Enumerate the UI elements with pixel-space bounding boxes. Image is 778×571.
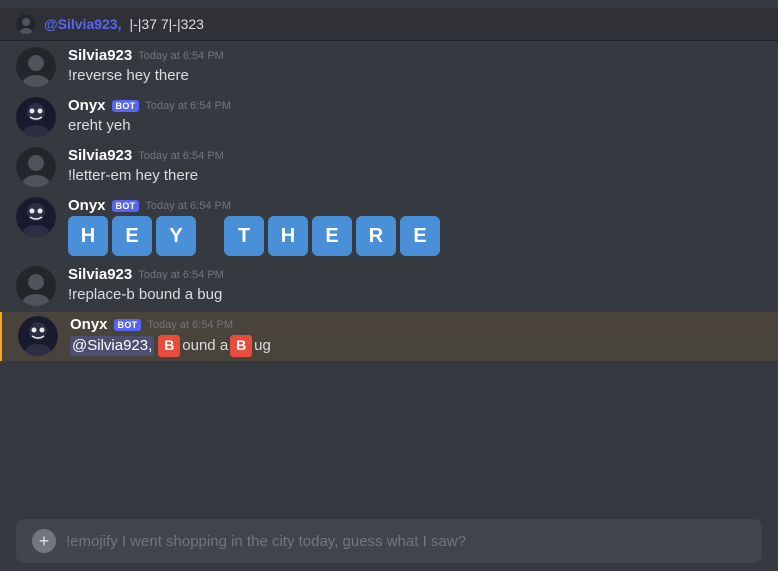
message-text: !letter-em hey there xyxy=(68,166,762,187)
b-box-2: B xyxy=(230,335,252,357)
message-group: Silvia923 Today at 6:54 PM !letter-em he… xyxy=(0,143,778,191)
message-group: Onyx BOT Today at 6:54 PM ereht yeh xyxy=(0,93,778,141)
b-box-1: B xyxy=(158,335,180,357)
message-group: Silvia923 Today at 6:54 PM !reverse hey … xyxy=(0,43,778,91)
letter-boxes: H E Y T H E R E xyxy=(68,216,762,256)
top-avatar xyxy=(16,14,36,34)
message-content: Onyx BOT Today at 6:54 PM @Silvia923, B … xyxy=(70,316,762,357)
message-header: Onyx BOT Today at 6:54 PM xyxy=(68,97,762,114)
message-text: !reverse hey there xyxy=(68,66,762,87)
word-ound: ound a xyxy=(182,336,228,357)
bot-badge: BOT xyxy=(112,200,140,212)
letter-box-y: Y xyxy=(156,216,196,256)
message-content: Silvia923 Today at 6:54 PM !replace-b bo… xyxy=(68,266,762,306)
avatar xyxy=(16,97,56,137)
message-content: Silvia923 Today at 6:54 PM !reverse hey … xyxy=(68,47,762,87)
word-ug: ug xyxy=(254,336,271,357)
avatar xyxy=(18,316,58,356)
avatar xyxy=(16,147,56,187)
letter-box-t: T xyxy=(224,216,264,256)
letter-box-space xyxy=(200,216,220,256)
bot-badge: BOT xyxy=(114,319,142,331)
letter-box-e2: E xyxy=(312,216,352,256)
letter-box-h: H xyxy=(68,216,108,256)
top-text: |-|37 7|-|323 xyxy=(129,16,203,32)
message-text: !replace-b bound a bug xyxy=(68,285,762,306)
message-text: ereht yeh xyxy=(68,116,762,137)
message-header: Silvia923 Today at 6:54 PM xyxy=(68,147,762,164)
message-group-highlighted: Onyx BOT Today at 6:54 PM @Silvia923, B … xyxy=(0,312,778,361)
message-header: Silvia923 Today at 6:54 PM xyxy=(68,266,762,283)
mention: @Silvia923, xyxy=(70,336,154,357)
messages-container: @Silvia923, |-|37 7|-|323 Silvia923 Toda… xyxy=(0,0,778,511)
avatar xyxy=(16,266,56,306)
username: Silvia923 xyxy=(68,266,132,283)
timestamp: Today at 6:54 PM xyxy=(138,50,224,62)
message-content: Onyx BOT Today at 6:54 PM ereht yeh xyxy=(68,97,762,137)
timestamp: Today at 6:54 PM xyxy=(138,269,224,281)
message-text: @Silvia923, B ound a B ug xyxy=(70,335,271,357)
message-group: Onyx BOT Today at 6:54 PM H E Y T H E R … xyxy=(0,193,778,260)
avatar xyxy=(16,197,56,237)
letter-box-r: R xyxy=(356,216,396,256)
username: Onyx xyxy=(68,197,106,214)
message-input[interactable] xyxy=(66,533,746,550)
timestamp: Today at 6:54 PM xyxy=(145,100,231,112)
username: Silvia923 xyxy=(68,47,132,64)
timestamp: Today at 6:54 PM xyxy=(145,200,231,212)
message-group: Silvia923 Today at 6:54 PM !replace-b bo… xyxy=(0,262,778,310)
top-mention: @Silvia923, xyxy=(42,16,123,32)
message-content: Silvia923 Today at 6:54 PM !letter-em he… xyxy=(68,147,762,187)
username: Silvia923 xyxy=(68,147,132,164)
letter-box-h2: H xyxy=(268,216,308,256)
avatar xyxy=(16,47,56,87)
bot-badge: BOT xyxy=(112,100,140,112)
username: Onyx xyxy=(68,97,106,114)
top-message: @Silvia923, |-|37 7|-|323 xyxy=(0,8,778,41)
input-area xyxy=(16,519,762,563)
letter-box-e: E xyxy=(112,216,152,256)
letter-box-e3: E xyxy=(400,216,440,256)
timestamp: Today at 6:54 PM xyxy=(147,319,233,331)
message-header: Onyx BOT Today at 6:54 PM xyxy=(68,197,762,214)
message-content: Onyx BOT Today at 6:54 PM H E Y T H E R … xyxy=(68,197,762,256)
message-header: Onyx BOT Today at 6:54 PM xyxy=(70,316,762,333)
message-header: Silvia923 Today at 6:54 PM xyxy=(68,47,762,64)
username: Onyx xyxy=(70,316,108,333)
add-button[interactable] xyxy=(32,529,56,553)
timestamp: Today at 6:54 PM xyxy=(138,150,224,162)
